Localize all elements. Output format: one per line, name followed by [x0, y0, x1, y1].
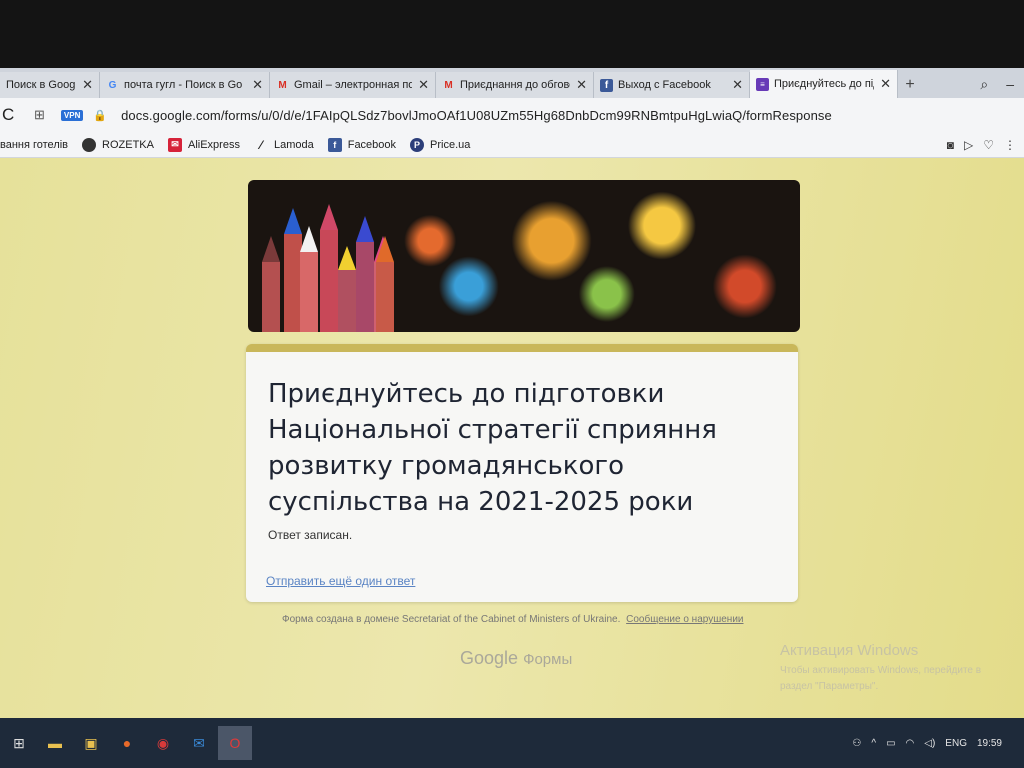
bookmarks-tools: ◙ ▷ ♡ ⋮ — [947, 138, 1024, 152]
aliexpress-icon: ✉ — [167, 137, 182, 152]
bookmark-label: Lamoda — [273, 138, 314, 151]
new-tab-icon[interactable]: + — [898, 72, 922, 98]
vpn-badge[interactable]: VPN — [60, 109, 84, 121]
pencil-image — [262, 236, 280, 332]
lamoda-icon: ⁄ — [259, 137, 262, 152]
grid-icon[interactable]: ⊞ — [34, 107, 45, 123]
google-forms-logo[interactable]: Google Формы — [460, 648, 572, 669]
close-tab-icon[interactable]: ✕ — [252, 77, 263, 93]
bookmark-hotels[interactable]: вання готелів — [0, 139, 68, 151]
form-title: Приєднуйтесь до підготовки Національної … — [268, 379, 717, 517]
tab-facebook[interactable]: f Выход с Facebook ✕ — [594, 72, 750, 98]
bookmarks-bar: вання готелів ROZETKA ✉ AliExpress ⁄ Lam… — [0, 132, 1024, 158]
tab-title: почта гугл - Поиск в Go — [124, 79, 243, 91]
report-abuse-link[interactable]: Сообщение о нарушении — [626, 614, 743, 625]
bookmark-aliexpress[interactable]: ✉ AliExpress — [167, 137, 240, 152]
bookmark-label: Price.ua — [430, 138, 471, 151]
reload-icon[interactable]: C — [2, 105, 22, 125]
close-tab-icon[interactable]: ✕ — [576, 77, 587, 93]
bookmark-price[interactable]: P Price.ua — [410, 137, 471, 152]
forms-wordmark: Формы — [523, 651, 573, 668]
bookmark-label: Facebook — [347, 138, 397, 151]
tab-bar: Поиск в Google ✕ G почта гугл - Поиск в … — [0, 68, 1024, 98]
facebook-icon: f — [600, 78, 613, 92]
tab-google-search[interactable]: Поиск в Google ✕ — [0, 72, 100, 98]
chevron-up-icon[interactable]: ^ — [871, 738, 876, 749]
rozetka-icon — [82, 137, 97, 152]
store-icon[interactable]: ▣ — [74, 726, 108, 760]
activation-title: Активация Windows — [780, 642, 919, 659]
camera-icon[interactable]: ◙ — [947, 138, 954, 152]
close-tab-icon[interactable]: ✕ — [418, 77, 429, 93]
google-g-icon: G — [108, 79, 117, 91]
mail-icon[interactable]: ✉ — [182, 726, 216, 760]
tab-title: Выход с Facebook — [618, 79, 711, 91]
minimize-icon[interactable]: – — [1006, 76, 1014, 92]
created-in-domain-text: Форма создана в домене Secretariat of th… — [282, 614, 621, 625]
price-icon: P — [410, 137, 425, 152]
close-tab-icon[interactable]: ✕ — [82, 77, 93, 93]
clock[interactable]: 19:59 — [977, 738, 1002, 749]
form-response-card: Приєднуйтесь до підготовки Національної … — [246, 344, 798, 602]
send-icon[interactable]: ▷ — [964, 138, 973, 152]
tab-title: Поиск в Google — [6, 79, 76, 91]
firefox-icon[interactable]: ● — [110, 726, 144, 760]
pencil-image — [320, 204, 338, 332]
volume-icon[interactable]: ◁) — [924, 738, 935, 749]
people-icon[interactable]: ⚇ — [852, 738, 861, 749]
bookmark-facebook[interactable]: f Facebook — [327, 137, 397, 152]
windows-taskbar: ⊞ ▬ ▣ ● ◉ ✉ O ⚇ ^ ▭ ◠ ◁) ENG 19:59 — [0, 718, 1024, 768]
bookmark-rozetka[interactable]: ROZETKA — [82, 137, 154, 152]
pencil-image — [338, 246, 356, 332]
google-wordmark: Google — [460, 648, 519, 668]
url-field[interactable]: docs.google.com/forms/u/0/d/e/1FAIpQLSdz… — [121, 108, 832, 123]
language-indicator[interactable]: ENG — [945, 738, 967, 749]
window-controls: ⌕ – — [980, 70, 1024, 98]
pencil-image — [356, 216, 374, 332]
file-explorer-icon[interactable]: ▬ — [38, 726, 72, 760]
facebook-icon: f — [327, 137, 342, 152]
tab-title: Приєднуйтесь до підгот — [774, 78, 874, 90]
heart-icon[interactable]: ♡ — [983, 138, 994, 152]
lock-icon: 🔒 — [93, 109, 108, 122]
opera-browser-active-icon[interactable]: O — [218, 726, 252, 760]
tab-form-active[interactable]: ≡ Приєднуйтесь до підгот ✕ — [750, 70, 898, 98]
tab-gmail[interactable]: M Gmail – электронная по ✕ — [270, 72, 436, 98]
menu-icon[interactable]: ⋮ — [1004, 138, 1016, 152]
form-footer: Форма создана в домене Secretariat of th… — [282, 614, 744, 625]
address-bar: C ⊞ VPN 🔒 docs.google.com/forms/u/0/d/e/… — [0, 98, 1024, 132]
activation-line-1: Чтобы активировать Windows, перейдите в — [780, 665, 982, 676]
windows-start-icon[interactable]: ⊞ — [2, 726, 36, 760]
screen-bezel — [0, 0, 1024, 70]
page-content: Приєднуйтесь до підготовки Національної … — [0, 158, 1024, 718]
response-recorded-message: Ответ записан. — [268, 528, 353, 542]
tab-google-mail-search[interactable]: G почта гугл - Поиск в Go ✕ — [100, 72, 270, 98]
tab-title: Gmail – электронная по — [294, 79, 413, 91]
bookmark-lamoda[interactable]: ⁄ Lamoda — [254, 138, 314, 152]
header-image-pencils — [248, 180, 800, 332]
gmail-icon: M — [278, 79, 287, 91]
gmail-icon: M — [444, 79, 453, 91]
forms-icon: ≡ — [756, 77, 769, 91]
activation-line-2: раздел "Параметры". — [780, 681, 879, 692]
tab-discussion[interactable]: M Приєднання до обговор ✕ — [436, 72, 594, 98]
submit-another-response-link[interactable]: Отправить ещё один ответ — [266, 574, 415, 588]
close-tab-icon[interactable]: ✕ — [732, 77, 743, 93]
bookmark-label: вання готелів — [0, 138, 69, 151]
bookmark-label: AliExpress — [187, 138, 240, 151]
search-icon[interactable]: ⌕ — [980, 76, 988, 93]
battery-icon[interactable]: ▭ — [886, 738, 895, 749]
pencil-image — [376, 236, 394, 332]
wifi-icon[interactable]: ◠ — [906, 738, 915, 749]
bookmark-label: ROZETKA — [102, 138, 154, 151]
tab-title: Приєднання до обговор — [460, 79, 571, 91]
close-tab-icon[interactable]: ✕ — [880, 76, 891, 92]
pencil-image — [300, 226, 318, 332]
opera-icon[interactable]: ◉ — [146, 726, 180, 760]
system-tray: ⚇ ^ ▭ ◠ ◁) ENG 19:59 — [852, 738, 1024, 749]
windows-activation-watermark: Активация Windows Чтобы активировать Win… — [780, 642, 981, 695]
